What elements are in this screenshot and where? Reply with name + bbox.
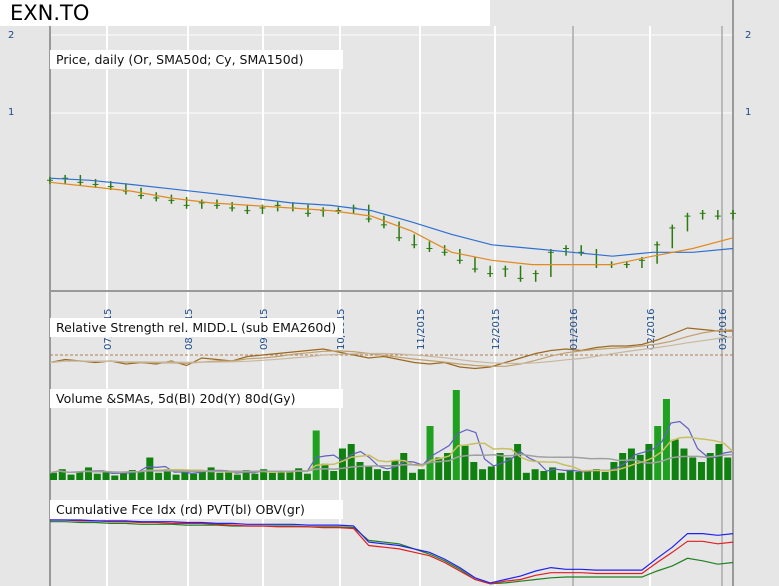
volume-bar <box>601 471 609 480</box>
volume-bar <box>487 466 495 480</box>
volume-bar <box>531 469 539 480</box>
sma150-line <box>49 177 734 257</box>
volume-bar <box>93 473 101 480</box>
volume-bar <box>514 444 522 480</box>
volume-panel-label: Volume &SMAs, 5d(Bl) 20d(Y) 80d(Gy) <box>50 389 343 408</box>
volume-bar <box>312 430 320 480</box>
rs-ema-slow-line <box>49 336 734 365</box>
x-tick-label: 12/2015 <box>491 308 502 350</box>
x-tick-label: 03/2016 <box>718 308 729 350</box>
volume-bar <box>566 471 574 480</box>
stock-chart: 07/201508/201509/201510/201511/201512/20… <box>47 0 736 586</box>
volume-bar <box>76 471 84 480</box>
volume-bar <box>400 453 408 480</box>
volume-bar <box>50 472 58 480</box>
volume-bar <box>417 469 425 480</box>
volume-bar <box>207 467 215 480</box>
obv-line <box>50 521 734 585</box>
volume-bar <box>496 453 504 480</box>
volume-bar <box>67 474 75 480</box>
x-tick-label: 11/2015 <box>416 308 427 350</box>
volume-bar <box>338 448 346 480</box>
cfi-panel-label: Cumulative Fce Idx (rd) PVT(bl) OBV(gr) <box>50 500 343 519</box>
volume-bar <box>409 472 417 480</box>
volume-bar <box>225 471 233 480</box>
price-panel-label: Price, daily (Or, SMA50d; Cy, SMA150d) <box>50 50 343 69</box>
volume-bar <box>303 473 311 480</box>
volume-bar <box>689 457 697 480</box>
volume-bar <box>286 471 294 480</box>
volume-bar <box>426 426 434 480</box>
volume-bar <box>557 472 565 480</box>
volume-bar <box>724 457 732 480</box>
volume-bar <box>636 454 644 480</box>
volume-bar <box>391 460 399 480</box>
volume-bar <box>111 475 119 480</box>
volume-bar <box>697 462 705 480</box>
volume-bar <box>216 472 224 480</box>
x-tick-label: 01/2016 <box>569 308 580 350</box>
rs-panel-label: Relative Strength rel. MIDD.L (sub EMA26… <box>50 318 343 337</box>
volume-bar <box>146 457 154 480</box>
volume-bar <box>575 471 583 480</box>
sma50-line <box>49 181 734 266</box>
volume-bar <box>671 439 679 480</box>
volume-bar <box>233 474 241 480</box>
y-tick-left-2: 2 <box>8 30 15 41</box>
volume-bar <box>373 469 381 480</box>
volume-bar <box>461 445 469 480</box>
volume-bar <box>347 444 355 480</box>
volume-bar <box>382 471 390 480</box>
volume-bar <box>662 399 670 480</box>
volume-bar <box>251 473 259 480</box>
volume-bar <box>330 471 338 480</box>
volume-bar <box>470 462 478 480</box>
y-tick-right-1: 1 <box>745 107 752 118</box>
volume-bar <box>365 466 373 480</box>
volume-bar <box>268 472 276 480</box>
volume-bar <box>680 448 688 480</box>
volume-bar <box>155 472 163 480</box>
volume-bar <box>190 473 198 480</box>
volume-bar <box>522 472 530 480</box>
y-tick-left-1: 1 <box>8 107 15 118</box>
cfi-line <box>50 519 734 585</box>
volume-bar <box>356 462 364 480</box>
volume-bar <box>540 471 548 480</box>
volume-bar <box>321 463 329 480</box>
volume-bar <box>715 444 723 480</box>
volume-bar <box>137 471 145 480</box>
volume-bar <box>172 474 180 480</box>
volume-bar <box>120 472 128 480</box>
y-tick-right-2: 2 <box>745 30 752 41</box>
volume-bar <box>85 467 93 480</box>
volume-bar <box>479 469 487 480</box>
